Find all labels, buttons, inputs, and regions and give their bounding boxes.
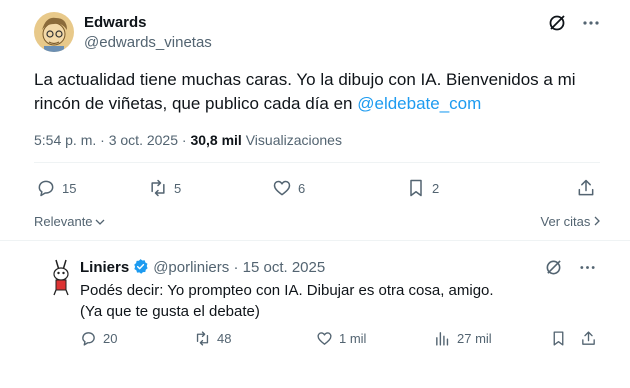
reply-share-button[interactable] bbox=[580, 330, 597, 347]
repost-icon bbox=[151, 179, 165, 197]
views-count: 30,8 mil bbox=[190, 132, 242, 148]
tweet-meta: 5:54 p. m. · 3 oct. 2025 · 30,8 mil Visu… bbox=[34, 132, 342, 148]
repost-icon bbox=[196, 331, 209, 346]
share-icon bbox=[578, 179, 594, 196]
tweet-actions: 15 5 6 2 bbox=[36, 178, 602, 202]
share-icon bbox=[582, 331, 595, 345]
reply-author-name[interactable]: Liniers bbox=[80, 259, 129, 276]
chevron-down-icon bbox=[95, 219, 105, 225]
reply-text-line: (Ya que te gusta el debate) bbox=[80, 303, 260, 320]
reply-meta-separator: · bbox=[229, 259, 243, 276]
share-button[interactable] bbox=[576, 178, 596, 198]
grok-icon[interactable] bbox=[542, 256, 564, 278]
reply-author-avatar[interactable] bbox=[44, 256, 78, 296]
tweet-top-actions bbox=[546, 12, 602, 34]
reply-top-actions bbox=[542, 256, 598, 278]
author-name[interactable]: Edwards bbox=[84, 14, 147, 31]
reply-count: 15 bbox=[62, 180, 77, 196]
meta-separator: · bbox=[178, 132, 191, 148]
meta-separator: · bbox=[96, 132, 109, 148]
author-handle[interactable]: @edwards_vinetas bbox=[84, 34, 212, 51]
reply-text-line: Podés decir: Yo prompteo con IA. Dibujar… bbox=[80, 282, 494, 299]
reply-repost-button[interactable]: 48 bbox=[194, 330, 231, 347]
bookmark-count: 2 bbox=[432, 180, 440, 196]
tweet-text-body: La actualidad tiene muchas caras. Yo la … bbox=[34, 70, 576, 113]
bookmark-icon bbox=[410, 179, 422, 197]
view-quotes-link[interactable]: Ver citas bbox=[541, 214, 600, 229]
reply-actions: 20 48 1 mil 27 mil bbox=[80, 330, 600, 350]
reply-like-count: 1 mil bbox=[339, 331, 367, 346]
reply-tweet[interactable]: Liniers @porliniers · 15 oct. 2025 Podés … bbox=[30, 242, 600, 388]
reply-text: Podés decir: Yo prompteo con IA. Dibujar… bbox=[80, 280, 520, 322]
reply-reply-count: 20 bbox=[103, 331, 118, 346]
bookmark-button[interactable]: 2 bbox=[406, 178, 439, 198]
author-avatar[interactable] bbox=[34, 12, 74, 52]
grok-icon[interactable] bbox=[546, 12, 568, 34]
tweet-text: La actualidad tiene muchas caras. Yo la … bbox=[34, 68, 594, 116]
like-button[interactable]: 6 bbox=[272, 178, 305, 198]
sort-relevance-dropdown[interactable]: Relevante bbox=[34, 214, 105, 229]
reply-icon bbox=[38, 180, 54, 197]
mention-link[interactable]: @eldebate_com bbox=[357, 94, 481, 113]
sort-bar: Relevante Ver citas bbox=[34, 212, 600, 232]
chevron-right-icon bbox=[594, 216, 600, 226]
reply-author-handle[interactable]: @porliniers bbox=[153, 259, 229, 276]
reply-views-button[interactable]: 27 mil bbox=[434, 330, 492, 347]
reply-button[interactable]: 15 bbox=[36, 178, 76, 198]
reply-views-count: 27 mil bbox=[457, 331, 492, 346]
reply-header: Liniers @porliniers · 15 oct. 2025 bbox=[80, 258, 325, 279]
verified-icon bbox=[132, 258, 149, 279]
reply-bookmark-button[interactable] bbox=[550, 330, 567, 347]
tweet-time[interactable]: 5:54 p. m. bbox=[34, 132, 96, 148]
reply-date[interactable]: 15 oct. 2025 bbox=[243, 259, 326, 276]
main-tweet: Edwards @edwards_vinetas La actualidad t… bbox=[0, 0, 630, 238]
repost-button[interactable]: 5 bbox=[148, 178, 181, 198]
like-icon bbox=[273, 180, 291, 196]
tweet-date[interactable]: 3 oct. 2025 bbox=[109, 132, 178, 148]
reply-reply-button[interactable]: 20 bbox=[80, 330, 117, 347]
section-divider bbox=[0, 240, 630, 241]
reply-icon bbox=[82, 332, 95, 346]
views-icon bbox=[436, 332, 449, 346]
sort-relevance-label: Relevante bbox=[34, 214, 93, 229]
divider bbox=[34, 162, 600, 163]
views-label: Visualizaciones bbox=[245, 132, 342, 148]
more-icon[interactable] bbox=[576, 256, 598, 278]
bookmark-icon bbox=[553, 331, 564, 346]
reply-repost-count: 48 bbox=[217, 331, 232, 346]
view-quotes-label: Ver citas bbox=[540, 214, 591, 229]
reply-like-button[interactable]: 1 mil bbox=[316, 330, 366, 347]
like-icon bbox=[317, 332, 332, 345]
more-icon[interactable] bbox=[580, 12, 602, 34]
like-count: 6 bbox=[298, 180, 306, 196]
repost-count: 5 bbox=[174, 180, 182, 196]
